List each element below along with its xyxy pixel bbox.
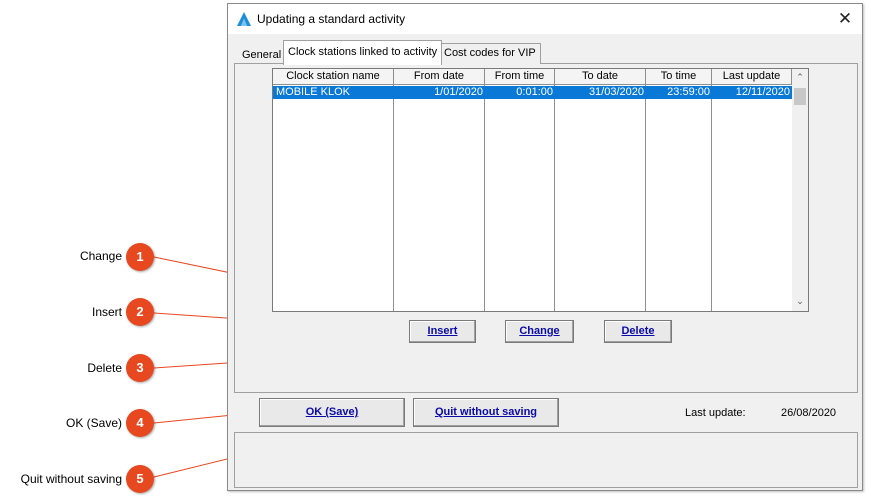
cell-to-date: 31/03/2020 [588,86,644,98]
delete-button[interactable]: Delete [604,320,672,343]
insert-button[interactable]: Insert [409,320,476,343]
column-divider [554,85,555,311]
column-header-to-date[interactable]: To date [555,69,646,85]
column-divider [711,85,712,311]
column-header-to-time[interactable]: To time [646,69,712,85]
cell-from-date: 1/01/2020 [434,86,483,98]
scroll-thumb[interactable] [794,88,806,105]
scroll-down-icon[interactable]: ⌄ [792,293,808,310]
callout-badge-3: 3 [126,354,154,382]
callout-badge-5: 5 [126,465,154,493]
change-button[interactable]: Change [505,320,574,343]
tab-cost-codes-vip[interactable]: Cost codes for VIP [439,43,541,64]
column-divider [484,85,485,311]
quit-without-saving-button[interactable]: Quit without saving [413,398,559,427]
column-header-from-date[interactable]: From date [394,69,485,85]
title-bar[interactable]: Updating a standard activity ✕ [228,4,862,34]
cell-last-update: 12/11/2020 [735,86,790,98]
dialog-window: Updating a standard activity ✕ General C… [227,3,863,491]
tab-general[interactable]: General [237,45,286,64]
status-panel [234,432,858,488]
column-divider [645,85,646,311]
window-title: Updating a standard activity [257,12,406,26]
callout-label-insert: Insert [91,305,122,319]
clock-stations-grid[interactable]: Clock station name From date From time T… [272,68,809,312]
column-header-clock-station-name[interactable]: Clock station name [273,69,394,85]
column-divider [393,85,394,311]
app-logo-icon [237,12,251,26]
last-update-value: 26/08/2020 [781,407,837,419]
cell-clock-station-name: MOBILE KLOK [276,86,350,98]
cell-from-time: 0:01:00 [516,86,553,98]
cell-to-time: 23:59:00 [667,86,710,98]
callout-badge-4: 4 [126,409,154,437]
close-icon[interactable]: ✕ [830,6,860,32]
callout-label-delete: Delete [87,361,122,375]
column-header-last-update[interactable]: Last update [712,69,792,85]
last-update-label: Last update: [685,407,746,419]
callout-label-quit: Quit without saving [20,472,122,486]
table-row-selected[interactable]: MOBILE KLOK 1/01/2020 0:01:00 31/03/2020… [273,86,792,99]
ok-save-button[interactable]: OK (Save) [259,398,405,427]
column-header-from-time[interactable]: From time [485,69,555,85]
callout-badge-2: 2 [126,298,154,326]
callout-label-change: Change [79,249,122,263]
tab-clock-stations[interactable]: Clock stations linked to activity [283,40,443,65]
callout-badge-1: 1 [126,243,154,271]
vertical-scrollbar[interactable]: ⌃ ⌄ [792,69,808,311]
callout-label-ok: OK (Save) [65,416,122,430]
scroll-up-icon[interactable]: ⌃ [792,69,808,86]
